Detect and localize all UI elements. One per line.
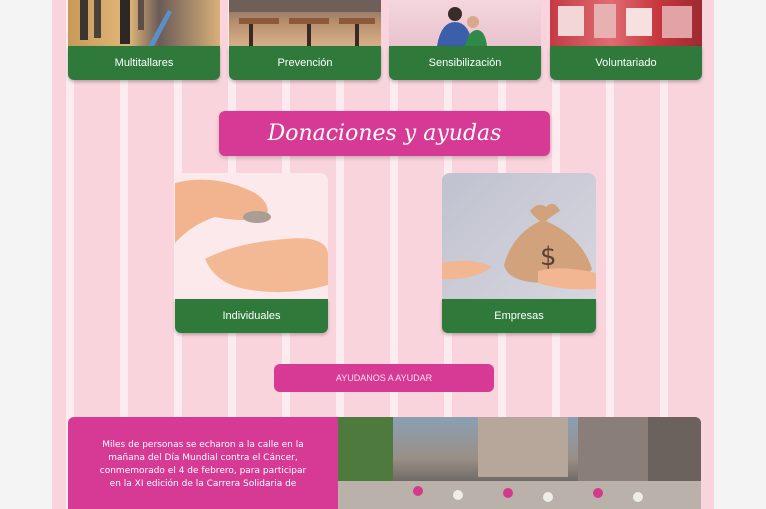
donation-label: Empresas — [494, 310, 544, 322]
donation-card-individuales[interactable]: Individuales — [175, 299, 328, 333]
family-photo-icon — [437, 7, 487, 46]
program-photo-multitallares — [68, 0, 220, 46]
program-card-prevencion[interactable]: Prevención — [229, 46, 381, 80]
donation-photo-individuales — [175, 173, 328, 299]
giving-hands-icon — [175, 179, 328, 293]
street-crowd-photo — [338, 417, 701, 509]
money-bag-icon: $ — [442, 203, 596, 290]
program-card-voluntariado[interactable]: Voluntariado — [550, 46, 702, 80]
volunteers-photo-icon — [558, 4, 692, 38]
help-button-label: AYUDANOS A AYUDAR — [335, 373, 433, 383]
program-photo-sensibilizacion — [389, 0, 541, 46]
donations-title-text: Donaciones y ayudas — [267, 121, 502, 146]
screenshot-frame: Multitallares Prevención Sensibilización — [0, 0, 766, 509]
donation-card-empresas[interactable]: Empresas — [442, 299, 596, 333]
donation-photo-empresas: $ — [442, 173, 596, 299]
program-label: Prevención — [277, 57, 333, 69]
program-label: Multitallares — [114, 57, 174, 69]
svg-text:$: $ — [540, 242, 557, 272]
feature-text-block: Miles de personas se echaron a la calle … — [68, 417, 338, 509]
feature-paragraph: Miles de personas se echaron a la calle … — [99, 440, 307, 489]
program-card-multitallares[interactable]: Multitallares — [68, 46, 220, 80]
help-us-help-button[interactable]: AYUDANOS A AYUDAR — [274, 364, 494, 392]
street-crowd-icon — [338, 417, 701, 509]
classroom-photo-icon — [229, 0, 381, 46]
donation-label: Individuales — [222, 310, 281, 322]
program-card-sensibilizacion[interactable]: Sensibilización — [389, 46, 541, 80]
program-label: Voluntariado — [595, 57, 657, 69]
program-photo-prevencion — [229, 0, 381, 46]
program-photo-voluntariado — [550, 0, 702, 46]
donations-title: Donaciones y ayudas — [219, 111, 550, 156]
program-label: Sensibilización — [428, 57, 502, 69]
people-photo-icon — [80, 0, 172, 46]
